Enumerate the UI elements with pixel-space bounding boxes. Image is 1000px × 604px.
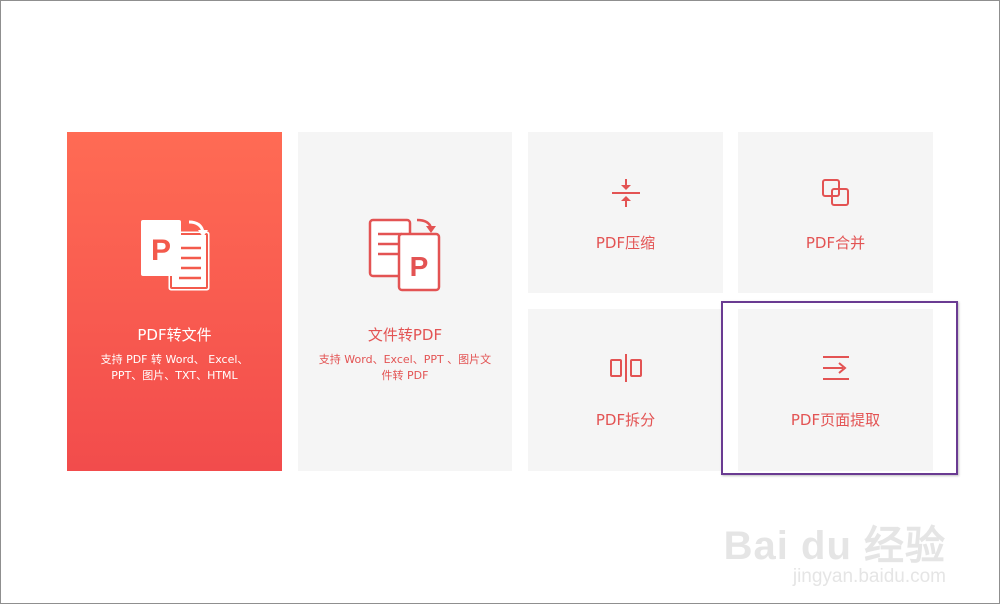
svg-text:P: P <box>410 251 429 282</box>
extract-icon <box>822 356 849 380</box>
merge-icon <box>821 179 849 206</box>
card-description-line: PPT、图片、TXT、HTML <box>111 369 238 382</box>
split-icon <box>609 354 642 382</box>
card-description-line: 件转 PDF <box>381 369 429 382</box>
card-title: PDF压缩 <box>595 234 656 252</box>
pdf-merge-card[interactable]: PDF合并 <box>738 132 933 293</box>
baidu-watermark: Bai du 经验 <box>724 526 946 566</box>
card-description: 支持 Word、Excel、PPT 、图片文 件转 PDF <box>316 352 494 384</box>
svg-text:P: P <box>150 234 170 267</box>
file-to-pdf-card[interactable]: P 文件转PDF 支持 Word、Excel、PPT 、图片文 件转 PDF <box>298 132 512 471</box>
card-title: PDF拆分 <box>595 411 656 429</box>
file-to-pdf-icon: P <box>368 218 441 292</box>
compress-icon <box>611 179 640 207</box>
pdf-to-file-card[interactable]: P PDF转文件 支持 PDF 转 Word、 Excel、 PPT、图片、TX… <box>67 132 282 471</box>
pdf-compress-card[interactable]: PDF压缩 <box>528 132 723 293</box>
pdf-to-file-icon: P <box>140 220 209 291</box>
watermark-sub: jingyan.baidu.com <box>792 566 946 587</box>
card-title: PDF合并 <box>805 234 866 252</box>
card-description-line: 支持 PDF 转 Word、 Excel、 <box>100 353 249 366</box>
card-title: 文件转PDF <box>367 326 443 344</box>
card-description-line: 支持 Word、Excel、PPT 、图片文 <box>318 353 492 366</box>
card-title: PDF转文件 <box>137 326 212 344</box>
card-title: PDF页面提取 <box>790 411 881 429</box>
pdf-split-card[interactable]: PDF拆分 <box>528 309 723 471</box>
watermark-main: Bai du 经验 <box>723 524 946 568</box>
card-description: 支持 PDF 转 Word、 Excel、 PPT、图片、TXT、HTML <box>85 352 264 384</box>
pdf-page-extract-card[interactable]: PDF页面提取 <box>738 309 933 471</box>
